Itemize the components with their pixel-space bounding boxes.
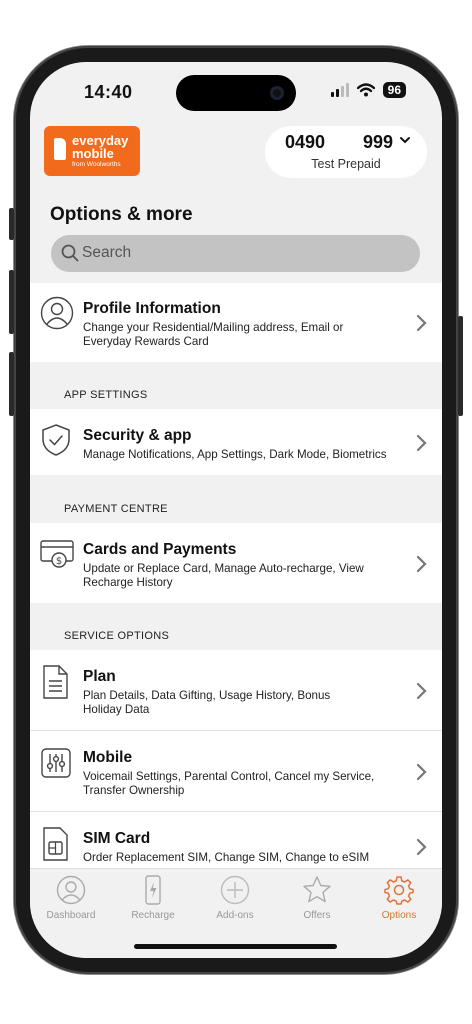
cards-title: Cards and Payments	[83, 541, 237, 558]
wifi-icon	[356, 83, 375, 97]
profile-information-row[interactable]: Profile Information Change your Resident…	[30, 283, 442, 362]
section-app-settings: APP SETTINGS	[64, 389, 148, 401]
chevron-right-icon	[416, 555, 427, 573]
user-circle-icon	[40, 296, 74, 330]
card-dollar-icon: $	[40, 540, 74, 568]
logo-mark-icon	[54, 138, 66, 160]
sim-title: SIM Card	[83, 830, 151, 847]
svg-text:$: $	[56, 556, 62, 567]
document-icon	[43, 665, 68, 699]
tab-bar: Dashboard Recharge Add-ons Offers Option…	[30, 868, 442, 958]
search-placeholder: Search	[82, 244, 132, 261]
chevron-right-icon	[416, 682, 427, 700]
sim-card-icon	[43, 827, 68, 861]
cards-description: Update or Replace Card, Manage Auto-rech…	[83, 562, 364, 589]
sim-card-row[interactable]: SIM Card Order Replacement SIM, Change S…	[30, 812, 442, 872]
status-icons: 96	[330, 82, 406, 98]
chevron-right-icon	[416, 763, 427, 781]
plan-description: Plan Details, Data Gifting, Usage Histor…	[83, 689, 331, 716]
signal-icon	[330, 83, 349, 97]
account-number-suffix: 999	[363, 132, 394, 152]
gear-icon	[384, 876, 414, 905]
section-service-options: SERVICE OPTIONS	[64, 630, 170, 642]
sim-description: Order Replacement SIM, Change SIM, Chang…	[83, 851, 370, 864]
tab-offers[interactable]: Offers	[276, 875, 358, 921]
logo-line-2: mobile	[72, 146, 114, 161]
tab-add-ons[interactable]: Add-ons	[194, 875, 276, 921]
silent-switch	[9, 208, 14, 240]
account-plan: Test Prepaid	[311, 157, 381, 171]
page-title: Options & more	[50, 204, 193, 225]
chevron-right-icon	[416, 838, 427, 856]
home-indicator[interactable]	[134, 944, 337, 949]
app-screen: 14:40 96 everyday mobile from Woolworths…	[30, 62, 442, 958]
chevron-right-icon	[416, 314, 427, 332]
plus-circle-icon	[220, 875, 250, 905]
logo-line-3: from Woolworths	[72, 161, 121, 168]
volume-down-button	[9, 352, 14, 416]
security-title: Security & app	[83, 427, 192, 444]
mobile-row[interactable]: Mobile Voicemail Settings, Parental Cont…	[30, 731, 442, 811]
tab-dashboard[interactable]: Dashboard	[30, 875, 112, 921]
star-icon	[303, 876, 331, 903]
tab-label: Offers	[303, 910, 331, 921]
brand-logo[interactable]: everyday mobile from Woolworths	[44, 126, 140, 176]
security-app-row[interactable]: Security & app Manage Notifications, App…	[30, 409, 442, 475]
mobile-title: Mobile	[83, 749, 133, 766]
battery-indicator: 96	[382, 82, 406, 98]
mobile-description: Voicemail Settings, Parental Control, Ca…	[83, 770, 375, 797]
plan-row[interactable]: Plan Plan Details, Data Gifting, Usage H…	[30, 650, 442, 730]
plan-title: Plan	[83, 668, 116, 685]
dynamic-island	[176, 75, 296, 111]
tab-label: Recharge	[131, 910, 175, 921]
cards-payments-row[interactable]: $ Cards and Payments Update or Replace C…	[30, 523, 442, 603]
tab-label: Add-ons	[216, 910, 254, 921]
tab-options[interactable]: Options	[358, 875, 440, 921]
search-input[interactable]: Search	[51, 235, 420, 272]
phone-bolt-icon	[145, 875, 161, 905]
account-selector[interactable]: 0490 999 Test Prepaid	[265, 126, 427, 178]
chevron-down-icon	[399, 133, 411, 149]
volume-up-button	[9, 270, 14, 334]
camera-icon	[270, 86, 284, 100]
chevron-right-icon	[416, 434, 427, 452]
security-description: Manage Notifications, App Settings, Dark…	[83, 448, 387, 461]
section-payment-centre: PAYMENT CENTRE	[64, 503, 168, 515]
status-time: 14:40	[84, 82, 133, 102]
power-button	[458, 316, 463, 416]
tab-label: Dashboard	[46, 910, 96, 921]
shield-check-icon	[42, 424, 70, 456]
gauge-icon	[56, 875, 86, 905]
profile-description: Change your Residential/Mailing address,…	[83, 321, 344, 348]
search-icon	[61, 244, 79, 262]
account-number-prefix: 0490	[285, 132, 326, 152]
sliders-icon	[41, 748, 71, 778]
tab-recharge[interactable]: Recharge	[112, 875, 194, 921]
tab-label: Options	[381, 910, 417, 921]
profile-title: Profile Information	[83, 300, 221, 317]
